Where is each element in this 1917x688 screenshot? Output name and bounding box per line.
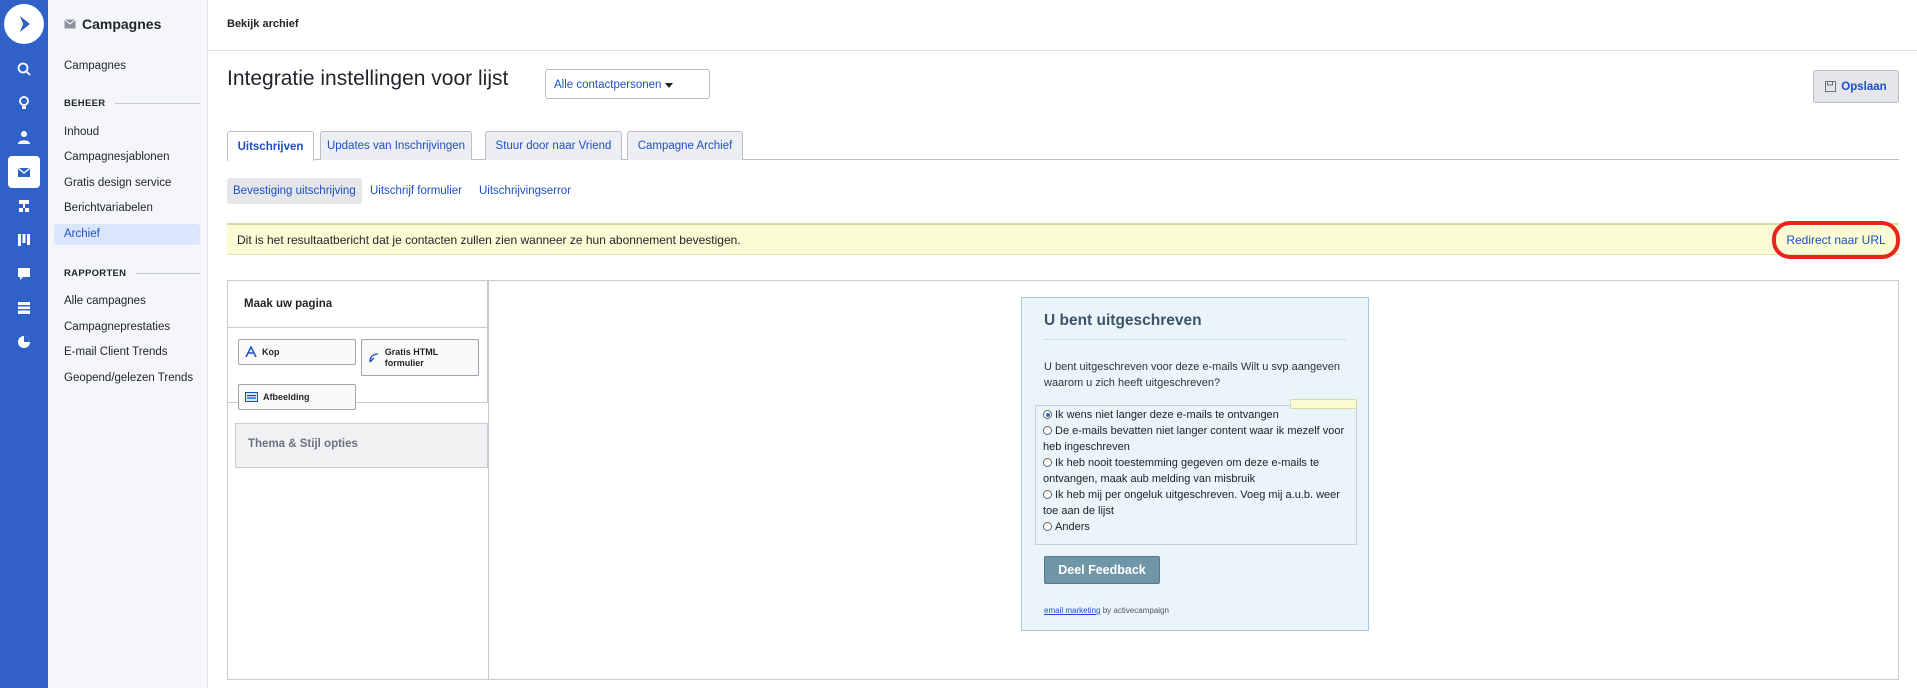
reason-option[interactable]: Ik wens niet langer deze e-mails te ontv… bbox=[1043, 407, 1356, 423]
sidebar-item-archief[interactable]: Archief bbox=[54, 224, 200, 245]
sidebar-item-opened-trends[interactable]: Geopend/gelezen Trends bbox=[54, 368, 200, 389]
radio-button[interactable] bbox=[1043, 458, 1052, 467]
block-kop[interactable]: Kop bbox=[238, 339, 356, 365]
tab-updates[interactable]: Updates van Inschrijvingen bbox=[320, 131, 472, 160]
reason-option[interactable]: Anders bbox=[1043, 519, 1356, 535]
radio-button[interactable] bbox=[1043, 426, 1052, 435]
reason-option[interactable]: Ik heb nooit toestemming gegeven om deze… bbox=[1043, 455, 1356, 487]
section-rapporten: RAPPORTEN bbox=[64, 268, 200, 279]
unsubscribe-preview: U bent uitgeschreven U bent uitgeschreve… bbox=[1021, 297, 1369, 631]
logo-icon[interactable] bbox=[4, 4, 44, 44]
sidebar-item-inhoud[interactable]: Inhoud bbox=[54, 122, 200, 143]
sidebar-item-campagnesjablonen[interactable]: Campagnesjablonen bbox=[54, 147, 200, 168]
top-bar: Bekijk archief bbox=[208, 0, 1917, 51]
share-feedback-button[interactable]: Deel Feedback bbox=[1044, 556, 1160, 584]
radio-button[interactable] bbox=[1043, 522, 1052, 531]
panel-title: Maak uw pagina bbox=[228, 281, 488, 328]
campaigns-icon[interactable] bbox=[8, 156, 40, 188]
reason-label: Ik heb mij per ongeluk uitgeschreven. Vo… bbox=[1043, 489, 1340, 517]
section-label: RAPPORTEN bbox=[64, 268, 127, 279]
subtab-formulier[interactable]: Uitschrijf formulier bbox=[370, 178, 462, 204]
deals-icon[interactable] bbox=[8, 224, 40, 256]
reason-label: Anders bbox=[1055, 521, 1090, 533]
caret-down-icon bbox=[665, 83, 673, 88]
lightbulb-icon[interactable] bbox=[8, 87, 40, 119]
block-palette: Kop Gratis HTML formulier Afbeelding bbox=[228, 328, 488, 410]
reason-options: Ik wens niet langer deze e-mails te ontv… bbox=[1035, 405, 1357, 545]
reason-option[interactable]: Ik heb mij per ongeluk uitgeschreven. Vo… bbox=[1043, 487, 1356, 519]
tab-uitschrijven[interactable]: Uitschrijven bbox=[227, 131, 314, 161]
breadcrumb: Bekijk archief bbox=[227, 18, 299, 30]
section-beheer: BEHEER bbox=[64, 98, 200, 109]
form-icon bbox=[369, 352, 378, 362]
tab-campagne-archief[interactable]: Campagne Archief bbox=[627, 131, 743, 160]
tab-bar: Uitschrijven Updates van Inschrijvingen … bbox=[227, 131, 1899, 161]
list-select-value: Alle contactpersonen bbox=[554, 79, 662, 91]
icon-rail bbox=[0, 0, 48, 688]
block-label: Afbeelding bbox=[263, 392, 310, 402]
radio-button[interactable] bbox=[1043, 410, 1052, 419]
reason-label: Ik heb nooit toestemming gegeven om deze… bbox=[1043, 457, 1320, 485]
reports-icon[interactable] bbox=[8, 326, 40, 358]
notice-bar: Dit is het resultaatbericht dat je conta… bbox=[227, 223, 1899, 255]
block-label: Gratis HTML formulier bbox=[384, 346, 439, 368]
panel-divider bbox=[488, 281, 489, 679]
preview-divider bbox=[1044, 339, 1346, 340]
block-html-form[interactable]: Gratis HTML formulier bbox=[361, 339, 479, 376]
reason-label: Ik wens niet langer deze e-mails te ontv… bbox=[1055, 409, 1279, 421]
radio-button[interactable] bbox=[1043, 490, 1052, 499]
sidebar-item-campagneprestaties[interactable]: Campagneprestaties bbox=[54, 317, 200, 338]
contacts-icon[interactable] bbox=[8, 121, 40, 153]
heading-icon bbox=[245, 346, 257, 358]
save-label: Opslaan bbox=[1841, 80, 1887, 93]
tooltip-marker bbox=[1290, 399, 1357, 409]
preview-heading: U bent uitgeschreven bbox=[1044, 312, 1202, 329]
automations-icon[interactable] bbox=[8, 190, 40, 222]
sidebar-header: Campagnes bbox=[64, 16, 161, 32]
secondary-sidebar: Campagnes Campagnes BEHEER Inhoud Campag… bbox=[48, 0, 208, 688]
sidebar-item-campagnes[interactable]: Campagnes bbox=[54, 56, 200, 77]
page-title: Integratie instellingen voor lijst bbox=[227, 67, 509, 90]
preview-intro: U bent uitgeschreven voor deze e-mails W… bbox=[1044, 361, 1340, 389]
theme-style-options[interactable]: Thema & Stijl opties bbox=[235, 423, 488, 468]
sidebar-item-alle-campagnes[interactable]: Alle campagnes bbox=[54, 291, 200, 312]
notice-text: Dit is het resultaatbericht dat je conta… bbox=[237, 233, 741, 247]
footer-text: by activecampaign bbox=[1100, 606, 1169, 615]
envelope-icon bbox=[64, 19, 76, 29]
save-button[interactable]: Opslaan bbox=[1813, 70, 1899, 103]
preview-footer: email marketing by activecampaign bbox=[1044, 606, 1169, 615]
section-label: BEHEER bbox=[64, 98, 106, 109]
sidebar-title: Campagnes bbox=[82, 16, 162, 32]
reason-label: De e-mails bevatten niet langer content … bbox=[1043, 425, 1345, 453]
subtab-bevestiging[interactable]: Bevestiging uitschrijving bbox=[227, 178, 362, 204]
redirect-url-link[interactable]: Redirect naar URL bbox=[1772, 221, 1900, 259]
list-select[interactable]: Alle contactpersonen bbox=[545, 69, 710, 99]
email-marketing-link[interactable]: email marketing bbox=[1044, 606, 1100, 615]
tab-stuur-door[interactable]: Stuur door naar Vriend bbox=[485, 131, 622, 160]
save-icon bbox=[1825, 81, 1837, 92]
reason-option[interactable]: De e-mails bevatten niet langer content … bbox=[1043, 423, 1356, 455]
site-icon[interactable] bbox=[8, 292, 40, 324]
subtab-error[interactable]: Uitschrijvingserror bbox=[479, 178, 571, 204]
sidebar-item-berichtvariabelen[interactable]: Berichtvariabelen bbox=[54, 198, 200, 219]
sidebar-item-client-trends[interactable]: E-mail Client Trends bbox=[54, 342, 200, 363]
search-icon[interactable] bbox=[8, 53, 40, 85]
block-afbeelding[interactable]: Afbeelding bbox=[238, 384, 356, 410]
sidebar-item-design-service[interactable]: Gratis design service bbox=[54, 173, 200, 194]
conversations-icon[interactable] bbox=[8, 258, 40, 290]
block-label: Kop bbox=[262, 347, 280, 357]
image-icon bbox=[245, 392, 258, 402]
